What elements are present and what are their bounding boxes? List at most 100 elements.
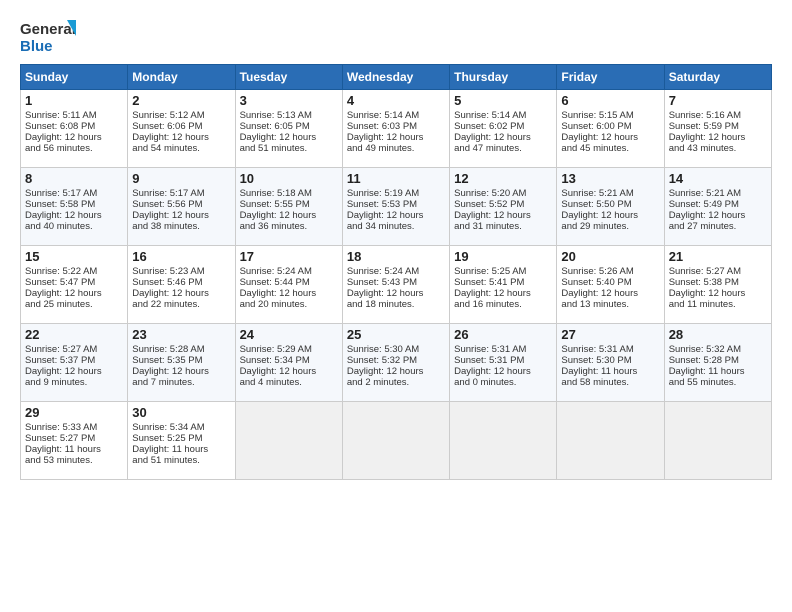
- cell-line: and 22 minutes.: [132, 299, 230, 310]
- page-header: General Blue: [20, 18, 772, 54]
- cell-line: Sunset: 5:25 PM: [132, 433, 230, 444]
- cell-line: Sunset: 6:06 PM: [132, 121, 230, 132]
- calendar-cell: 5Sunrise: 5:14 AMSunset: 6:02 PMDaylight…: [450, 90, 557, 168]
- cell-line: and 53 minutes.: [25, 455, 123, 466]
- cell-line: Daylight: 12 hours: [132, 210, 230, 221]
- calendar-cell: 23Sunrise: 5:28 AMSunset: 5:35 PMDayligh…: [128, 324, 235, 402]
- calendar-cell: 19Sunrise: 5:25 AMSunset: 5:41 PMDayligh…: [450, 246, 557, 324]
- weekday-header: Monday: [128, 65, 235, 90]
- cell-line: Sunrise: 5:17 AM: [25, 188, 123, 199]
- cell-line: Sunset: 5:58 PM: [25, 199, 123, 210]
- day-number: 28: [669, 327, 767, 342]
- cell-line: and 29 minutes.: [561, 221, 659, 232]
- cell-line: Sunset: 5:31 PM: [454, 355, 552, 366]
- cell-line: and 36 minutes.: [240, 221, 338, 232]
- cell-line: Daylight: 11 hours: [25, 444, 123, 455]
- cell-line: Daylight: 12 hours: [454, 366, 552, 377]
- calendar-table: SundayMondayTuesdayWednesdayThursdayFrid…: [20, 64, 772, 480]
- cell-line: Sunrise: 5:27 AM: [25, 344, 123, 355]
- day-number: 10: [240, 171, 338, 186]
- calendar-week: 22Sunrise: 5:27 AMSunset: 5:37 PMDayligh…: [21, 324, 772, 402]
- cell-line: and 4 minutes.: [240, 377, 338, 388]
- cell-line: Daylight: 12 hours: [240, 132, 338, 143]
- cell-line: and 55 minutes.: [669, 377, 767, 388]
- cell-line: Sunset: 5:40 PM: [561, 277, 659, 288]
- cell-line: Sunset: 5:28 PM: [669, 355, 767, 366]
- cell-line: and 11 minutes.: [669, 299, 767, 310]
- cell-line: Sunrise: 5:31 AM: [454, 344, 552, 355]
- cell-line: Sunset: 5:34 PM: [240, 355, 338, 366]
- cell-line: and 40 minutes.: [25, 221, 123, 232]
- cell-line: Daylight: 12 hours: [669, 132, 767, 143]
- cell-line: Sunset: 6:02 PM: [454, 121, 552, 132]
- cell-line: and 43 minutes.: [669, 143, 767, 154]
- day-number: 12: [454, 171, 552, 186]
- cell-line: and 2 minutes.: [347, 377, 445, 388]
- calendar-cell: 22Sunrise: 5:27 AMSunset: 5:37 PMDayligh…: [21, 324, 128, 402]
- svg-text:Blue: Blue: [20, 38, 53, 54]
- cell-line: Daylight: 12 hours: [25, 210, 123, 221]
- calendar-week: 1Sunrise: 5:11 AMSunset: 6:08 PMDaylight…: [21, 90, 772, 168]
- calendar-cell: 7Sunrise: 5:16 AMSunset: 5:59 PMDaylight…: [664, 90, 771, 168]
- cell-line: Sunset: 5:27 PM: [25, 433, 123, 444]
- day-number: 30: [132, 405, 230, 420]
- cell-line: Sunrise: 5:19 AM: [347, 188, 445, 199]
- calendar-cell: 10Sunrise: 5:18 AMSunset: 5:55 PMDayligh…: [235, 168, 342, 246]
- cell-line: Daylight: 12 hours: [132, 288, 230, 299]
- day-number: 9: [132, 171, 230, 186]
- cell-line: Sunrise: 5:14 AM: [347, 110, 445, 121]
- day-number: 17: [240, 249, 338, 264]
- calendar-cell: 11Sunrise: 5:19 AMSunset: 5:53 PMDayligh…: [342, 168, 449, 246]
- calendar-cell: 29 Sunrise: 5:33 AMSunset: 5:27 PMDayligh…: [21, 402, 128, 480]
- calendar-week: 29Sunrise: 5:33 AMSunset: 5:27 PMDayligh…: [21, 402, 772, 480]
- cell-line: Sunset: 6:03 PM: [347, 121, 445, 132]
- cell-line: Daylight: 12 hours: [347, 288, 445, 299]
- cell-line: and 58 minutes.: [561, 377, 659, 388]
- cell-line: Sunrise: 5:31 AM: [561, 344, 659, 355]
- cell-line: Sunrise: 5:29 AM: [240, 344, 338, 355]
- cell-line: Sunrise: 5:33 AM: [25, 422, 123, 433]
- cell-line: Sunrise: 5:25 AM: [454, 266, 552, 277]
- logo-svg: General Blue: [20, 18, 80, 54]
- day-number: 15: [25, 249, 123, 264]
- calendar-week: 15Sunrise: 5:22 AMSunset: 5:47 PMDayligh…: [21, 246, 772, 324]
- day-number: 29: [25, 405, 123, 420]
- cell-line: Daylight: 12 hours: [347, 366, 445, 377]
- calendar-cell: [664, 402, 771, 480]
- weekday-header: Wednesday: [342, 65, 449, 90]
- cell-line: and 45 minutes.: [561, 143, 659, 154]
- calendar-cell: 25Sunrise: 5:30 AMSunset: 5:32 PMDayligh…: [342, 324, 449, 402]
- cell-line: Daylight: 12 hours: [561, 132, 659, 143]
- cell-line: and 9 minutes.: [25, 377, 123, 388]
- cell-line: Daylight: 12 hours: [240, 210, 338, 221]
- calendar-cell: 21Sunrise: 5:27 AMSunset: 5:38 PMDayligh…: [664, 246, 771, 324]
- day-number: 13: [561, 171, 659, 186]
- calendar-cell: 2Sunrise: 5:12 AMSunset: 6:06 PMDaylight…: [128, 90, 235, 168]
- calendar-cell: 20Sunrise: 5:26 AMSunset: 5:40 PMDayligh…: [557, 246, 664, 324]
- weekday-header: Thursday: [450, 65, 557, 90]
- calendar-cell: 16Sunrise: 5:23 AMSunset: 5:46 PMDayligh…: [128, 246, 235, 324]
- cell-line: Sunset: 6:00 PM: [561, 121, 659, 132]
- day-number: 6: [561, 93, 659, 108]
- cell-line: and 16 minutes.: [454, 299, 552, 310]
- cell-line: Sunrise: 5:24 AM: [347, 266, 445, 277]
- weekday-header: Saturday: [664, 65, 771, 90]
- day-number: 22: [25, 327, 123, 342]
- cell-line: Sunrise: 5:11 AM: [25, 110, 123, 121]
- calendar-cell: 24Sunrise: 5:29 AMSunset: 5:34 PMDayligh…: [235, 324, 342, 402]
- cell-line: Sunrise: 5:22 AM: [25, 266, 123, 277]
- day-number: 19: [454, 249, 552, 264]
- calendar-cell: 30Sunrise: 5:34 AMSunset: 5:25 PMDayligh…: [128, 402, 235, 480]
- cell-line: Sunset: 6:08 PM: [25, 121, 123, 132]
- cell-line: Sunset: 5:52 PM: [454, 199, 552, 210]
- cell-line: Daylight: 12 hours: [25, 132, 123, 143]
- cell-line: Daylight: 12 hours: [240, 366, 338, 377]
- cell-line: Sunset: 5:49 PM: [669, 199, 767, 210]
- day-number: 20: [561, 249, 659, 264]
- weekday-header: Tuesday: [235, 65, 342, 90]
- calendar-cell: 28Sunrise: 5:32 AMSunset: 5:28 PMDayligh…: [664, 324, 771, 402]
- cell-line: and 18 minutes.: [347, 299, 445, 310]
- cell-line: Sunrise: 5:13 AM: [240, 110, 338, 121]
- cell-line: and 56 minutes.: [25, 143, 123, 154]
- cell-line: Daylight: 11 hours: [132, 444, 230, 455]
